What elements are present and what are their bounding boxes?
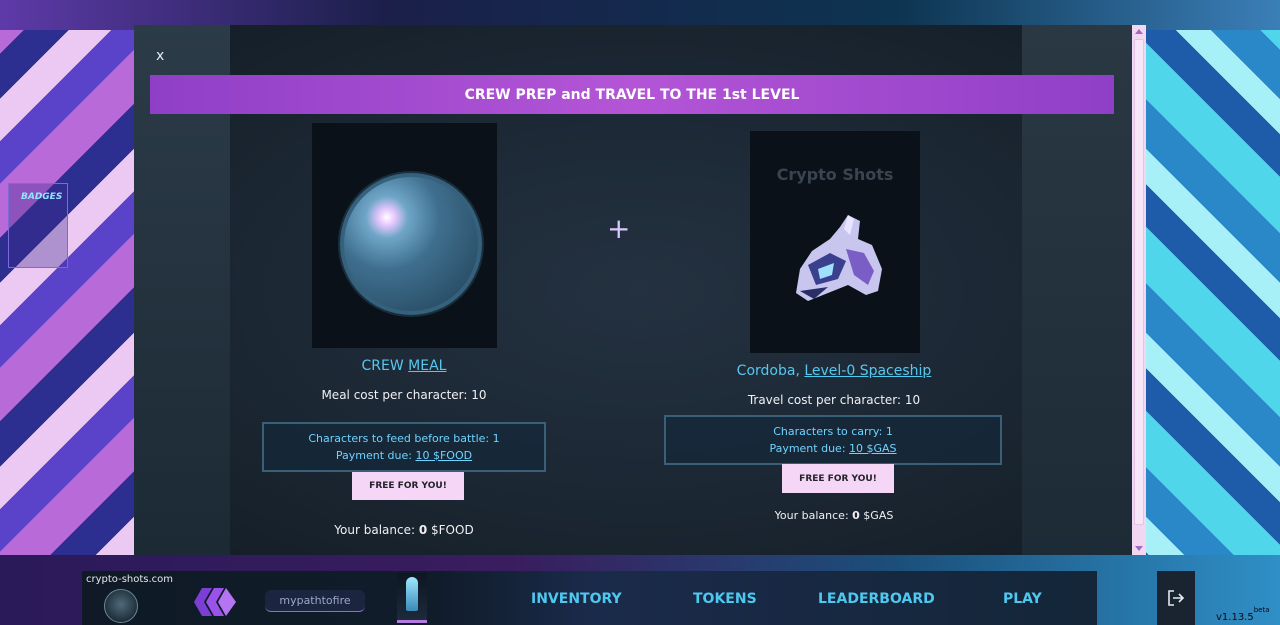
version-tag: beta: [1253, 606, 1270, 614]
modal-scrollbar[interactable]: [1132, 25, 1146, 555]
scroll-up-arrow-icon[interactable]: [1135, 29, 1143, 34]
scroll-down-arrow-icon[interactable]: [1135, 546, 1143, 551]
travel-payment-prefix: Payment due:: [769, 442, 850, 455]
coin-icon[interactable]: [104, 589, 138, 623]
food-balance-unit: $FOOD: [427, 523, 474, 537]
avatar[interactable]: [397, 573, 427, 623]
nav-play[interactable]: PLAY: [1003, 591, 1042, 607]
modal-title-bar: CREW PREP and TRAVEL TO THE 1st LEVEL: [150, 75, 1114, 114]
close-icon[interactable]: x: [156, 48, 164, 64]
crew-prep-modal: x CREW PREP and TRAVEL TO THE 1st LEVEL …: [134, 25, 1146, 555]
modal-title: CREW PREP and TRAVEL TO THE 1st LEVEL: [464, 86, 800, 103]
bottom-navigation-bar: crypto-shots.com mypathtofire INVENTORY …: [82, 571, 1097, 625]
meal-payment-prefix: Payment due:: [335, 449, 416, 462]
spaceship-title: Cordoba, Level-0 Spaceship: [694, 363, 974, 379]
gas-balance-unit: $GAS: [859, 509, 894, 522]
spaceship-title-prefix: Cordoba,: [736, 363, 805, 379]
scroll-thumb[interactable]: [1134, 39, 1144, 525]
badges-panel[interactable]: BADGES: [8, 183, 68, 268]
meal-payment-link[interactable]: 10 $FOOD: [415, 449, 472, 462]
nav-inventory[interactable]: INVENTORY: [531, 591, 622, 607]
travel-characters-text: Characters to carry: 1: [773, 425, 893, 438]
nav-leaderboard[interactable]: LEADERBOARD: [818, 591, 935, 607]
spaceship-brand-text: Crypto Shots: [776, 165, 894, 184]
spaceship-image: Crypto Shots: [750, 131, 920, 353]
spaceship-icon: [796, 215, 882, 301]
food-balance-value: 0: [418, 523, 428, 537]
travel-payment-line: Payment due: 10 $GAS: [666, 440, 1000, 457]
meal-title-prefix: CREW: [361, 358, 409, 374]
meal-info-box: Characters to feed before battle: 1 Paym…: [262, 422, 546, 472]
version-label: v1.13.5beta: [1216, 606, 1270, 623]
plus-icon: +: [607, 212, 631, 245]
site-label[interactable]: crypto-shots.com: [86, 574, 173, 585]
logout-button[interactable]: [1157, 571, 1195, 625]
hive-icon[interactable]: [194, 588, 236, 616]
gas-balance-value: 0: [852, 509, 860, 522]
username-display[interactable]: mypathtofire: [265, 590, 365, 612]
food-balance: Your balance: 0 $FOOD: [264, 523, 544, 537]
gas-balance-prefix: Your balance:: [774, 509, 853, 522]
logout-icon: [1168, 590, 1185, 606]
version-number: v1.13.5: [1216, 612, 1254, 623]
meal-cost-text: Meal cost per character: 10: [321, 388, 487, 402]
travel-cost-text: Travel cost per character: 10: [747, 393, 921, 407]
nav-tokens[interactable]: TOKENS: [693, 591, 757, 607]
meal-title: CREW MEAL: [264, 358, 544, 374]
food-balance-prefix: Your balance:: [334, 523, 419, 537]
meal-free-button[interactable]: FREE FOR YOU!: [352, 472, 464, 500]
meal-link[interactable]: MEAL: [408, 358, 446, 374]
gas-balance: Your balance: 0 $GAS: [694, 509, 974, 522]
meal-characters-text: Characters to feed before battle: 1: [308, 432, 500, 445]
badges-label: BADGES: [21, 192, 63, 202]
meal-payment-line: Payment due: 10 $FOOD: [264, 447, 544, 464]
meal-orb-icon: [340, 173, 482, 315]
travel-info-box: Characters to carry: 1 Payment due: 10 $…: [664, 415, 1002, 465]
meal-image: [312, 123, 497, 348]
spaceship-link[interactable]: Level-0 Spaceship: [804, 363, 931, 379]
avatar-figure-icon: [406, 577, 418, 611]
travel-free-button[interactable]: FREE FOR YOU!: [782, 464, 894, 493]
travel-payment-link[interactable]: 10 $GAS: [849, 442, 897, 455]
